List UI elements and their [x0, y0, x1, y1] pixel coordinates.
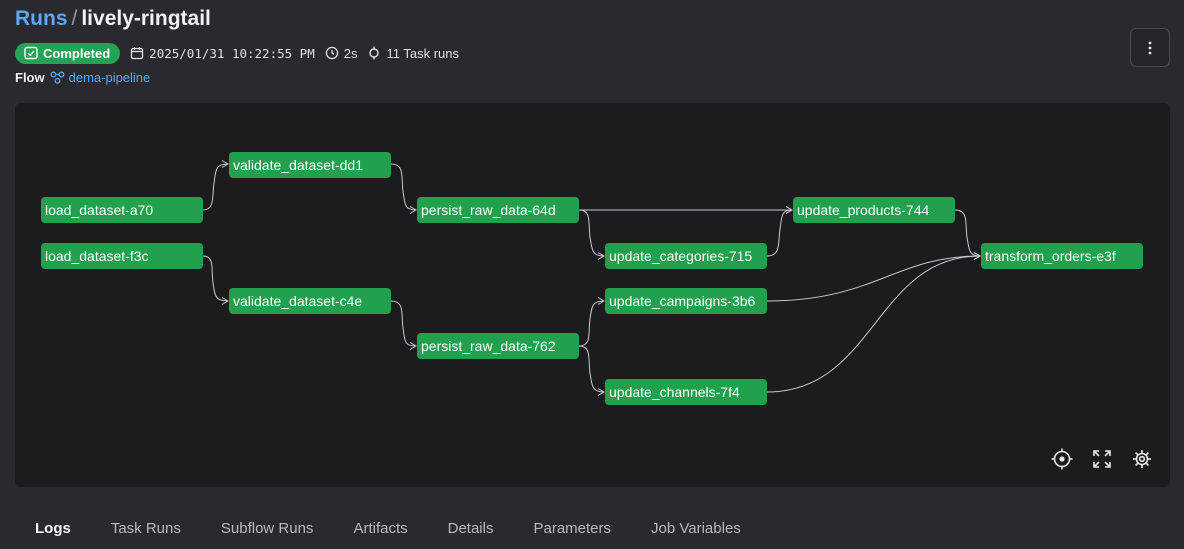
- tab-task-runs[interactable]: Task Runs: [91, 508, 201, 549]
- task-node-validate-dataset-c4e[interactable]: validate_dataset-c4e: [229, 288, 391, 314]
- tab-artifacts[interactable]: Artifacts: [333, 508, 427, 549]
- task-node-load-dataset-a70[interactable]: load_dataset-a70: [41, 197, 203, 223]
- status-badge: Completed: [15, 42, 121, 64]
- task-node-persist-raw-data-64d[interactable]: persist_raw_data-64d: [417, 197, 579, 223]
- edge-update-products-transform-orders: [954, 209, 981, 260]
- edge-load-f3c-validate-c4e: [202, 255, 229, 305]
- flow-name: dema-pipeline: [68, 70, 151, 85]
- duration-text: 2s: [343, 45, 358, 61]
- expand-icon: [1093, 450, 1111, 468]
- crosshair-icon: [1051, 448, 1073, 470]
- run-tabs: Logs Task Runs Subflow Runs Artifacts De…: [15, 508, 761, 549]
- edge-persist-762-update-campaigns: [578, 297, 605, 347]
- edge-persist-64d-update-categories: [578, 209, 605, 260]
- tab-details[interactable]: Details: [428, 508, 514, 549]
- task-node-update-categories-715[interactable]: update_categories-715: [605, 243, 767, 269]
- tab-logs[interactable]: Logs: [15, 508, 91, 549]
- page-title: Runs / lively-ringtail: [15, 7, 211, 31]
- task-node-persist-raw-data-762[interactable]: persist_raw_data-762: [417, 333, 579, 359]
- graph-settings-button[interactable]: [1129, 446, 1155, 472]
- flow-link[interactable]: dema-pipeline: [50, 70, 151, 85]
- task-runs-count: 11 Task runs: [367, 46, 459, 61]
- task-runs-text: 11 Task runs: [386, 45, 459, 61]
- run-duration: 2s: [325, 45, 358, 61]
- edge-validate-dd1-persist-64d: [390, 163, 417, 214]
- graph-edges: [202, 160, 981, 396]
- gear-icon: [1133, 450, 1151, 468]
- breadcrumb-separator: /: [71, 7, 78, 30]
- check-square-icon: [24, 46, 38, 60]
- breadcrumb-runs-link[interactable]: Runs: [15, 7, 68, 30]
- task-node-transform-orders-e3f[interactable]: transform_orders-e3f: [981, 243, 1143, 269]
- edge-validate-c4e-persist-762: [390, 300, 417, 350]
- more-options-button[interactable]: [1130, 28, 1170, 67]
- timestamp-text: 2025/01/31 10:22:55 PM: [149, 45, 315, 61]
- task-node-update-products-744[interactable]: update_products-744: [793, 197, 955, 223]
- calendar-icon: [131, 47, 144, 60]
- clock-icon: [325, 46, 338, 60]
- flow-label: Flow: [15, 70, 45, 85]
- run-start-time: 2025/01/31 10:22:55 PM: [130, 46, 315, 61]
- edge-load-a70-validate-dd1: [202, 160, 229, 211]
- more-vertical-icon: [1148, 41, 1152, 54]
- fullscreen-button[interactable]: [1089, 446, 1115, 472]
- flow-run-graph[interactable]: load_dataset-a70 load_dataset-f3c valida…: [15, 103, 1170, 487]
- tab-job-variables[interactable]: Job Variables: [631, 508, 761, 549]
- edge-update-campaigns-transform-orders: [766, 252, 981, 302]
- task-node-update-campaigns-3b6[interactable]: update_campaigns-3b6: [605, 288, 767, 314]
- flow-icon: [50, 71, 65, 84]
- edge-persist-762-update-channels: [578, 345, 605, 396]
- run-name: lively-ringtail: [81, 7, 211, 30]
- task-run-icon: [369, 46, 380, 60]
- edge-update-channels-transform-orders: [766, 252, 981, 393]
- recenter-button[interactable]: [1049, 446, 1075, 472]
- task-node-load-dataset-f3c[interactable]: load_dataset-f3c: [41, 243, 203, 269]
- flow-line: Flow dema-pipeline: [15, 70, 150, 85]
- status-text: Completed: [43, 45, 111, 61]
- task-node-validate-dataset-dd1[interactable]: validate_dataset-dd1: [229, 152, 391, 178]
- tab-parameters[interactable]: Parameters: [513, 508, 631, 549]
- run-meta: Completed 2025/01/31 10:22:55 PM 2s 11 T…: [15, 42, 459, 64]
- edge-update-categories-update-products: [766, 206, 793, 257]
- tab-subflow-runs[interactable]: Subflow Runs: [201, 508, 334, 549]
- task-node-update-channels-7f4[interactable]: update_channels-7f4: [605, 379, 767, 405]
